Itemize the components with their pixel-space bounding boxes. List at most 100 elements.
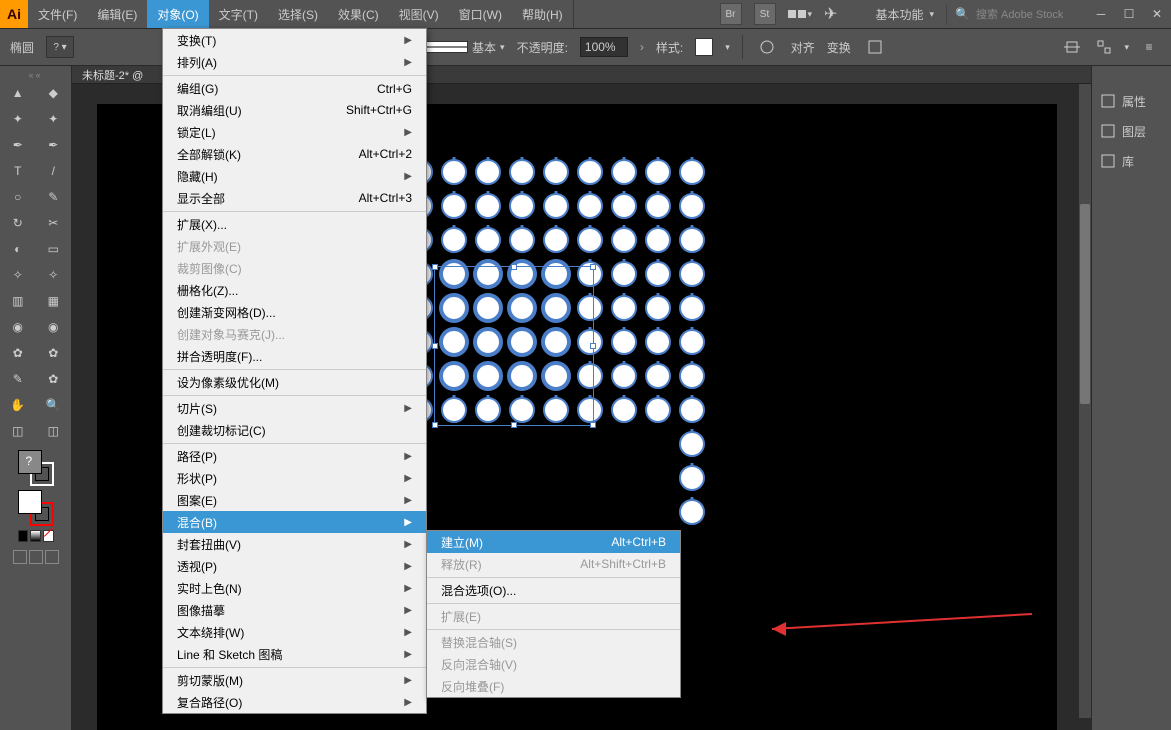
menu-item-实时上色[interactable]: 实时上色(N)▶	[163, 577, 426, 599]
fill-stroke-swatch[interactable]	[18, 450, 54, 486]
menu-item-排列[interactable]: 排列(A)▶	[163, 51, 426, 73]
menu-item-文本绕排[interactable]: 文本绕排(W)▶	[163, 621, 426, 643]
tool-18[interactable]: ◉	[0, 314, 36, 340]
tool-13[interactable]: ▭	[36, 236, 72, 262]
menu-帮助[interactable]: 帮助(H)	[512, 0, 573, 28]
menu-item-栅格化[interactable]: 栅格化(Z)...	[163, 279, 426, 301]
tool-15[interactable]: ✧	[36, 262, 72, 288]
default-fill-stroke[interactable]	[18, 490, 54, 526]
tool-16[interactable]: ▥	[0, 288, 36, 314]
style-swatch[interactable]	[695, 38, 713, 56]
isolate-icon[interactable]	[863, 35, 887, 59]
opacity-input[interactable]	[580, 37, 628, 57]
workspace-switcher[interactable]: 基本功能▾	[863, 4, 947, 25]
tool-10[interactable]: ↻	[0, 210, 36, 236]
snap-icon[interactable]	[1092, 35, 1116, 59]
tool-21[interactable]: ✿	[36, 340, 72, 366]
vertical-scrollbar[interactable]	[1079, 84, 1091, 718]
tool-12[interactable]: ◐	[0, 236, 36, 262]
menu-选择[interactable]: 选择(S)	[268, 0, 328, 28]
menu-item-设为像素级优化[interactable]: 设为像素级优化(M)	[163, 369, 426, 393]
tool-3[interactable]: ✦	[36, 106, 72, 132]
menu-item-显示全部[interactable]: 显示全部Alt+Ctrl+3	[163, 187, 426, 209]
align-label[interactable]: 对齐	[791, 39, 815, 56]
draw-inside-icon[interactable]	[45, 550, 59, 564]
panel-属性[interactable]: 属性	[1092, 86, 1171, 116]
menu-文件[interactable]: 文件(F)	[28, 0, 87, 28]
tool-9[interactable]: ✎	[36, 184, 72, 210]
submenu-item-混合选项[interactable]: 混合选项(O)...	[427, 577, 680, 601]
close-button[interactable]: ✕	[1143, 4, 1171, 24]
maximize-button[interactable]: ☐	[1115, 4, 1143, 24]
menu-item-Line 和 Sketch 图稿[interactable]: Line 和 Sketch 图稿▶	[163, 643, 426, 665]
recolor-icon[interactable]	[755, 35, 779, 59]
tool-2[interactable]: ✦	[0, 106, 36, 132]
tool-4[interactable]: ✒	[0, 132, 36, 158]
tool-19[interactable]: ◉	[36, 314, 72, 340]
menu-item-创建渐变网格[interactable]: 创建渐变网格(D)...	[163, 301, 426, 323]
panel-menu-icon[interactable]: ≡	[1137, 35, 1161, 59]
menu-item-锁定[interactable]: 锁定(L)▶	[163, 121, 426, 143]
menu-item-封套扭曲[interactable]: 封套扭曲(V)▶	[163, 533, 426, 555]
menu-item-取消编组[interactable]: 取消编组(U)Shift+Ctrl+G	[163, 99, 426, 121]
tool-7[interactable]: /	[36, 158, 72, 184]
tool-22[interactable]: ✎	[0, 366, 36, 392]
search-field[interactable]: 🔍 搜索 Adobe Stock	[947, 6, 1087, 22]
tool-5[interactable]: ✒	[36, 132, 72, 158]
tool-26[interactable]: ◫	[0, 418, 36, 444]
tool-8[interactable]: ○	[0, 184, 36, 210]
color-mode-icon[interactable]	[18, 530, 29, 542]
transform-label[interactable]: 变换	[827, 39, 851, 56]
menu-item-变换[interactable]: 变换(T)▶	[163, 29, 426, 51]
menu-item-复合路径[interactable]: 复合路径(O)▶	[163, 691, 426, 713]
panel-图层[interactable]: 图层	[1092, 116, 1171, 146]
document-tab[interactable]: 未标题-2* @	[82, 67, 143, 83]
menu-item-路径[interactable]: 路径(P)▶	[163, 443, 426, 467]
gpu-icon[interactable]: ✈	[824, 4, 837, 24]
align-pixel-icon[interactable]	[1060, 35, 1084, 59]
draw-behind-icon[interactable]	[29, 550, 43, 564]
menu-item-拼合透明度[interactable]: 拼合透明度(F)...	[163, 345, 426, 367]
minimize-button[interactable]: ─	[1087, 4, 1115, 24]
tool-11[interactable]: ✂	[36, 210, 72, 236]
menu-item-全部解锁[interactable]: 全部解锁(K)Alt+Ctrl+2	[163, 143, 426, 165]
menu-item-扩展[interactable]: 扩展(X)...	[163, 211, 426, 235]
tool-17[interactable]: ▦	[36, 288, 72, 314]
tool-6[interactable]: T	[0, 158, 36, 184]
menu-item-剪切蒙版[interactable]: 剪切蒙版(M)▶	[163, 667, 426, 691]
menu-编辑[interactable]: 编辑(E)	[87, 0, 147, 28]
panel-grip[interactable]: ««	[0, 70, 71, 80]
menu-item-隐藏[interactable]: 隐藏(H)▶	[163, 165, 426, 187]
menu-item-切片[interactable]: 切片(S)▶	[163, 395, 426, 419]
menu-效果[interactable]: 效果(C)	[328, 0, 389, 28]
menu-视图[interactable]: 视图(V)	[389, 0, 449, 28]
shape-style-preview[interactable]: ? ▾	[46, 36, 74, 58]
expand-icon[interactable]: ›	[640, 40, 644, 54]
bridge-icon[interactable]: Br	[720, 3, 742, 25]
gradient-mode-icon[interactable]	[30, 530, 41, 542]
tool-24[interactable]: ✋	[0, 392, 36, 418]
tool-27[interactable]: ◫	[36, 418, 72, 444]
menu-item-形状[interactable]: 形状(P)▶	[163, 467, 426, 489]
panel-库[interactable]: 库	[1092, 146, 1171, 176]
draw-normal-icon[interactable]	[13, 550, 27, 564]
tool-14[interactable]: ✧	[0, 262, 36, 288]
stock-icon[interactable]: St	[754, 3, 776, 25]
none-mode-icon[interactable]	[43, 530, 54, 542]
menu-item-透视[interactable]: 透视(P)▶	[163, 555, 426, 577]
menu-文字[interactable]: 文字(T)	[209, 0, 268, 28]
submenu-item-建立[interactable]: 建立(M)Alt+Ctrl+B	[427, 531, 680, 553]
tool-0[interactable]: ▲	[0, 80, 36, 106]
menu-item-创建裁切标记[interactable]: 创建裁切标记(C)	[163, 419, 426, 441]
selection-bounds[interactable]	[434, 266, 594, 426]
tool-25[interactable]: 🔍	[36, 392, 72, 418]
tool-20[interactable]: ✿	[0, 340, 36, 366]
menu-窗口[interactable]: 窗口(W)	[449, 0, 512, 28]
arrange-documents-icon[interactable]: ▾	[788, 9, 813, 20]
menu-对象[interactable]: 对象(O)	[147, 0, 208, 28]
menu-item-编组[interactable]: 编组(G)Ctrl+G	[163, 75, 426, 99]
menu-item-图像描摹[interactable]: 图像描摹▶	[163, 599, 426, 621]
tool-1[interactable]: ◆	[36, 80, 72, 106]
menu-item-图案[interactable]: 图案(E)▶	[163, 489, 426, 511]
tool-23[interactable]: ✿	[36, 366, 72, 392]
